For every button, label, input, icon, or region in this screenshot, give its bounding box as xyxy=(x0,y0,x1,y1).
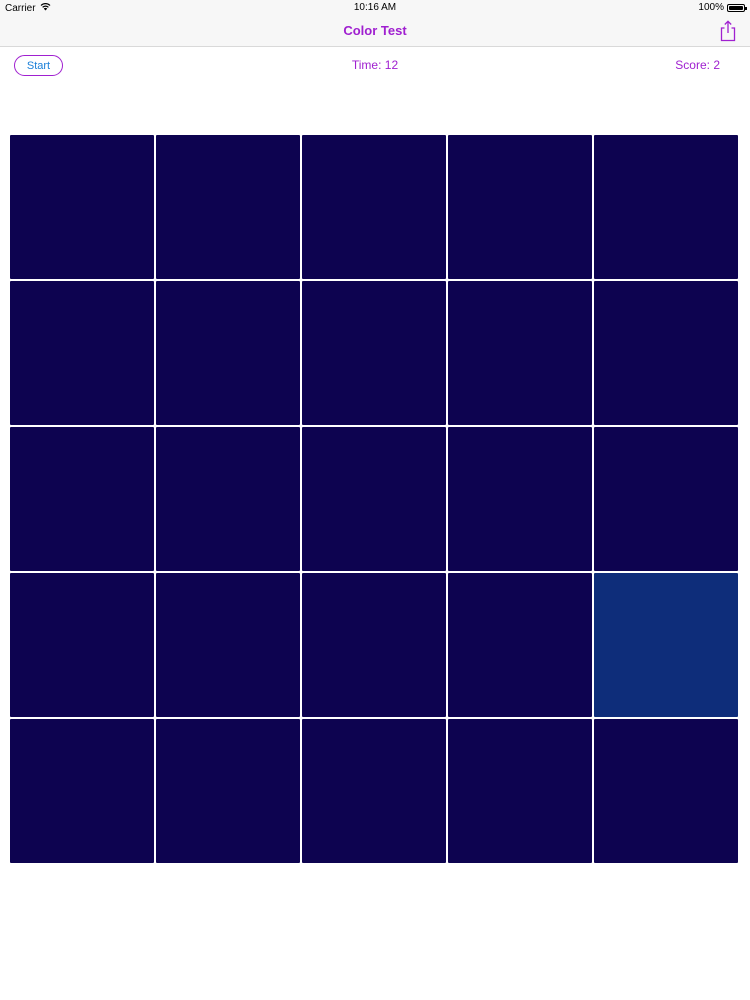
battery-percent: 100% xyxy=(698,2,724,13)
odd-color-tile[interactable] xyxy=(594,573,738,717)
navigation-bar: Color Test xyxy=(0,16,750,47)
page-title: Color Test xyxy=(343,23,407,38)
share-icon xyxy=(718,20,738,46)
color-tile[interactable] xyxy=(594,135,738,279)
color-tile[interactable] xyxy=(594,427,738,571)
color-tile[interactable] xyxy=(448,573,592,717)
status-time: 10:16 AM xyxy=(353,2,397,13)
color-tile[interactable] xyxy=(448,281,592,425)
color-grid xyxy=(10,135,740,865)
color-tile[interactable] xyxy=(448,135,592,279)
color-tile[interactable] xyxy=(10,135,154,279)
color-tile[interactable] xyxy=(156,573,300,717)
color-tile[interactable] xyxy=(302,719,446,863)
game-toolbar: Start Time: 12 Score: 2 xyxy=(0,47,750,85)
color-tile[interactable] xyxy=(448,427,592,571)
color-tile[interactable] xyxy=(302,427,446,571)
status-right: 100% xyxy=(698,2,747,13)
color-tile[interactable] xyxy=(302,573,446,717)
color-tile[interactable] xyxy=(156,135,300,279)
color-tile[interactable] xyxy=(10,427,154,571)
color-tile[interactable] xyxy=(10,281,154,425)
color-tile[interactable] xyxy=(594,719,738,863)
status-bar: Carrier 10:16 AM 100% xyxy=(0,0,750,16)
share-button[interactable] xyxy=(718,20,738,42)
battery-fill xyxy=(729,5,743,10)
score-label: Score: 2 xyxy=(675,58,720,72)
color-tile[interactable] xyxy=(156,281,300,425)
color-tile[interactable] xyxy=(302,281,446,425)
color-tile[interactable] xyxy=(156,719,300,863)
color-tile[interactable] xyxy=(10,719,154,863)
color-tile[interactable] xyxy=(594,281,738,425)
color-tile[interactable] xyxy=(10,573,154,717)
time-label: Time: 12 xyxy=(351,58,399,72)
color-tile[interactable] xyxy=(448,719,592,863)
battery-icon xyxy=(727,3,747,12)
color-tile[interactable] xyxy=(156,427,300,571)
color-tile[interactable] xyxy=(302,135,446,279)
